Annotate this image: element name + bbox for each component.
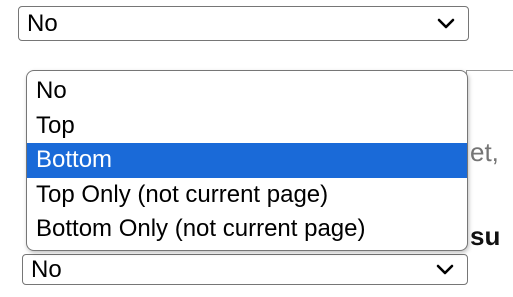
dropdown-option-bottom[interactable]: Bottom	[27, 143, 467, 178]
select-value: No	[27, 9, 58, 37]
dropdown-option-top[interactable]: Top	[27, 109, 467, 144]
select-value: No	[31, 255, 62, 283]
dropdown-options-list[interactable]: No Top Bottom Top Only (not current page…	[26, 70, 468, 251]
position-select-bottom[interactable]: No	[22, 254, 468, 285]
chevron-down-icon	[434, 12, 458, 36]
position-select-top[interactable]: No	[18, 6, 469, 41]
chevron-down-icon	[433, 258, 457, 282]
background-text: et,	[470, 137, 499, 167]
dropdown-option-bottom-only[interactable]: Bottom Only (not current page)	[27, 212, 467, 247]
background-label: su	[470, 221, 501, 251]
dropdown-option-top-only[interactable]: Top Only (not current page)	[27, 178, 467, 213]
dropdown-option-no[interactable]: No	[27, 74, 467, 109]
background-input[interactable]	[466, 70, 513, 112]
